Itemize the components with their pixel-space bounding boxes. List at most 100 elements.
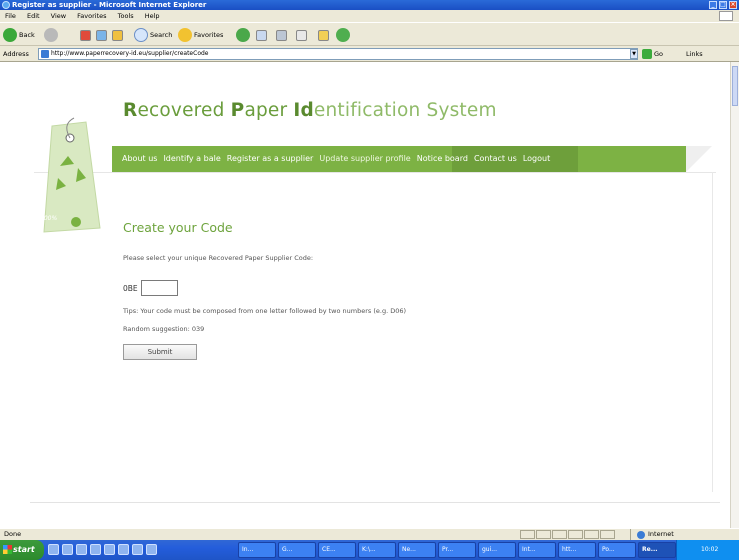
status-cells [520,530,616,539]
folder-button[interactable] [318,27,329,43]
menu-favorites[interactable]: Favorites [77,12,106,20]
menu-help[interactable]: Help [145,12,160,20]
mail-button[interactable] [256,27,267,43]
task-button[interactable]: Pr... [438,542,476,558]
system-tray: 10:02 [676,540,739,560]
task-button[interactable]: Int... [518,542,556,558]
menu-bar: File Edit View Favorites Tools Help [0,10,739,22]
forward-arrow-icon [44,28,58,42]
stop-button[interactable] [80,27,91,43]
go-button[interactable]: Go [642,49,663,59]
page-icon [41,50,49,58]
quick-launch [48,544,157,555]
address-label: Address [3,50,29,58]
status-text: Done [4,530,22,538]
search-button[interactable]: Search [134,27,172,43]
task-button[interactable]: gui... [478,542,516,558]
menu-tools[interactable]: Tools [118,12,134,20]
address-input[interactable]: http://www.paperrecovery-id.eu/supplier/… [38,48,638,60]
back-button[interactable]: Back [3,27,35,43]
site-logo[interactable]: Recovered Paper Identification System [123,100,497,121]
task-button-active[interactable]: Re... [638,542,676,558]
quicklaunch-ie-icon[interactable] [62,544,73,555]
logo-letters-id: Id [293,100,314,121]
search-icon [134,28,148,42]
zone-label: Internet [648,530,674,538]
ie-icon [2,1,10,9]
back-arrow-icon [3,28,17,42]
random-suggestion: Random suggestion: 039 [123,325,205,333]
print-button[interactable] [276,27,287,43]
quicklaunch-app1-icon[interactable] [76,544,87,555]
scrollbar-thumb[interactable] [732,66,738,106]
search-label: Search [150,31,173,39]
links-button[interactable]: Links [686,50,703,58]
taskbar: start In... G... CE... K:\... Ne... Pr..… [0,540,739,560]
quicklaunch-app5-icon[interactable] [132,544,143,555]
home-button[interactable] [112,27,123,43]
minimize-icon[interactable]: _ [709,1,717,9]
nav-identify-bale[interactable]: Identify a bale [163,154,220,163]
task-button[interactable]: G... [278,542,316,558]
main-nav: About us Identify a bale Register as a s… [122,154,556,163]
status-bar: Done Internet [0,528,739,540]
page-title: Create your Code [123,220,233,235]
messenger-button[interactable] [336,27,350,43]
quicklaunch-desktop-icon[interactable] [48,544,59,555]
nav-update-profile[interactable]: Update supplier profile [319,154,410,163]
vertical-scrollbar[interactable] [730,62,739,528]
globe-icon [637,530,645,539]
task-button[interactable]: htt... [558,542,596,558]
tag-percent: 100% [40,215,57,222]
quicklaunch-app6-icon[interactable] [146,544,157,555]
code-input[interactable] [140,280,178,296]
submit-button[interactable]: Submit [123,344,197,360]
task-buttons: In... G... CE... K:\... Ne... Pr... gui.… [238,542,676,558]
nav-about-us[interactable]: About us [122,154,157,163]
address-url: http://www.paperrecovery-id.eu/supplier/… [51,50,209,57]
clock[interactable]: 10:02 [701,546,718,553]
maximize-icon[interactable]: □ [719,1,727,9]
task-button[interactable]: Ne... [398,542,436,558]
nav-notice-board[interactable]: Notice board [417,154,468,163]
menu-file[interactable]: File [5,12,16,20]
nav-fold [686,146,712,172]
favorites-button[interactable]: Favorites [178,27,223,43]
nav-contact-us[interactable]: Contact us [474,154,517,163]
windows-flag-icon [719,11,733,21]
favorites-label: Favorites [194,31,224,39]
quicklaunch-app3-icon[interactable] [104,544,115,555]
nav-register-supplier[interactable]: Register as a supplier [227,154,314,163]
menu-view[interactable]: View [51,12,66,20]
nav-logout[interactable]: Logout [523,154,550,163]
address-dropdown-icon[interactable]: ▼ [630,49,638,59]
security-zone: Internet [630,529,674,540]
logo-entification: entification System [313,100,497,121]
edit-button[interactable] [296,27,307,43]
task-button[interactable]: In... [238,542,276,558]
logo-letter-p: P [230,100,245,121]
title-bar: Register as supplier - Microsoft Interne… [0,0,739,10]
start-label: start [13,545,35,554]
close-icon[interactable]: × [729,1,737,9]
header-divider [34,172,716,173]
logo-ecovered: ecovered [137,100,231,121]
refresh-icon [96,29,107,41]
start-button[interactable]: start [0,540,44,560]
refresh-button[interactable] [96,27,107,43]
forward-button[interactable] [44,27,58,43]
menu-edit[interactable]: Edit [27,12,40,20]
quicklaunch-app4-icon[interactable] [118,544,129,555]
logo-aper: aper [244,100,294,121]
recycle-tag-icon: 100% [40,117,101,233]
toolbar: Back Search Favorites [0,22,739,46]
task-button[interactable]: Po... [598,542,636,558]
go-arrow-icon [642,49,652,59]
task-button[interactable]: K:\... [358,542,396,558]
history-button[interactable] [236,27,250,43]
task-button[interactable]: CE... [318,542,356,558]
footer-divider [30,502,720,503]
quicklaunch-app2-icon[interactable] [90,544,101,555]
messenger-icon [336,28,350,42]
back-label: Back [19,31,35,39]
